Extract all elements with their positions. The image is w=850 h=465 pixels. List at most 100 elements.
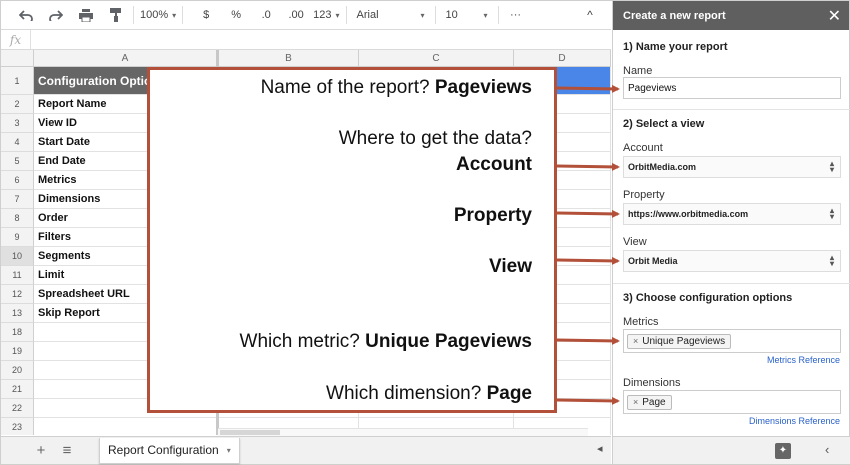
sheet-tab-report-configuration[interactable]: Report Configuration ▾: [99, 437, 240, 464]
formula-bar: fx: [1, 30, 611, 50]
toolbar-divider: [497, 6, 499, 24]
select-all-corner[interactable]: [1, 50, 34, 67]
paint-format-icon[interactable]: [105, 1, 127, 29]
chevron-down-icon[interactable]: ▾: [227, 446, 231, 455]
annotation-callout: Name of the report? Pageviews Where to g…: [147, 67, 557, 413]
row-header[interactable]: 7: [1, 190, 34, 209]
undo-icon[interactable]: [15, 1, 37, 29]
account-label: Account: [623, 142, 663, 154]
callout-line-dimension: Which dimension? Page: [326, 383, 532, 404]
scroll-sheets-left-icon[interactable]: ◂: [597, 442, 603, 455]
table-cell[interactable]: [34, 418, 217, 435]
add-sheet-button[interactable]: +: [29, 442, 53, 459]
callout-line-data-source: Where to get the data?: [338, 128, 532, 149]
section-name-report: 1) Name your report: [623, 41, 728, 53]
view-label: View: [623, 236, 647, 248]
panel-title: Create a new report: [623, 9, 726, 22]
all-sheets-button[interactable]: ≡: [55, 442, 79, 459]
explore-icon[interactable]: ✦: [775, 443, 791, 459]
currency-format-button[interactable]: $: [195, 1, 217, 29]
scrollbar-thumb[interactable]: [220, 430, 280, 435]
collapse-toolbar-button[interactable]: ^: [579, 1, 601, 29]
increase-decimals-button[interactable]: .00: [285, 1, 307, 29]
dimensions-reference-link[interactable]: Dimensions Reference: [749, 416, 840, 426]
print-icon[interactable]: [75, 1, 97, 29]
row-header[interactable]: 2: [1, 95, 34, 114]
callout-line-metric: Which metric? Unique Pageviews: [239, 331, 532, 352]
row-header[interactable]: 23: [1, 418, 34, 435]
section-select-view: 2) Select a view: [623, 118, 705, 130]
dimensions-input[interactable]: × Page: [623, 390, 841, 414]
redo-icon[interactable]: [45, 1, 67, 29]
row-header[interactable]: 10: [1, 247, 34, 266]
row-header[interactable]: 3: [1, 114, 34, 133]
select-arrows-icon: ▴ ▾: [829, 206, 834, 221]
row-header[interactable]: 5: [1, 152, 34, 171]
sheet-bar: + ≡ Report Configuration ▾: [1, 436, 611, 464]
callout-line-view: View: [489, 256, 532, 277]
metric-chip: × Unique Pageviews: [627, 333, 732, 349]
column-header[interactable]: A: [34, 50, 217, 67]
toolbar: 100% ▾ $ % .0 .00 123 ▾ Arial ▾ 10 ▾ ···…: [1, 1, 611, 30]
more-formats-select[interactable]: 123 ▾: [313, 1, 339, 29]
column-header[interactable]: D: [514, 50, 611, 67]
toolbar-divider: [434, 6, 436, 24]
row-header[interactable]: 19: [1, 342, 34, 361]
name-label: Name: [623, 65, 653, 77]
account-select[interactable]: OrbitMedia.com ▴ ▾: [623, 156, 841, 178]
chevron-down-icon: ▾: [335, 10, 340, 20]
select-arrows-icon: ▴ ▾: [829, 159, 834, 174]
chevron-down-icon: ▾: [483, 10, 488, 20]
metrics-reference-link[interactable]: Metrics Reference: [767, 355, 840, 365]
row-header[interactable]: 8: [1, 209, 34, 228]
metrics-label: Metrics: [623, 316, 659, 328]
row-header[interactable]: 12: [1, 285, 34, 304]
remove-chip-icon[interactable]: ×: [633, 397, 638, 407]
section-configuration-options: 3) Choose configuration options: [623, 292, 793, 304]
row-header[interactable]: 9: [1, 228, 34, 247]
row-header[interactable]: 13: [1, 304, 34, 323]
percent-format-button[interactable]: %: [225, 1, 247, 29]
panel-footer: ◂ ✦ ‹: [597, 436, 850, 464]
chevron-left-icon[interactable]: ‹: [825, 442, 829, 457]
panel-header: Create a new report ✕: [613, 1, 849, 30]
font-select[interactable]: Arial ▾: [353, 1, 429, 29]
dimension-chip: × Page: [627, 394, 672, 410]
zoom-select[interactable]: 100% ▾: [140, 1, 176, 29]
row-header[interactable]: 22: [1, 399, 34, 418]
row-header[interactable]: 18: [1, 323, 34, 342]
property-label: Property: [623, 189, 665, 201]
dimensions-label: Dimensions: [623, 377, 681, 389]
view-select[interactable]: Orbit Media ▴ ▾: [623, 250, 841, 272]
row-header[interactable]: 20: [1, 361, 34, 380]
font-size-select[interactable]: 10 ▾: [442, 1, 492, 29]
toolbar-divider: [345, 6, 347, 24]
column-header[interactable]: C: [359, 50, 514, 67]
row-header[interactable]: 21: [1, 380, 34, 399]
metrics-input[interactable]: × Unique Pageviews: [623, 329, 841, 353]
row-header[interactable]: 11: [1, 266, 34, 285]
property-select[interactable]: https://www.orbitmedia.com ▴ ▾: [623, 203, 841, 225]
callout-line-report-name: Name of the report? Pageviews: [260, 77, 532, 98]
row-header[interactable]: 1: [1, 67, 34, 95]
divider: [613, 109, 850, 110]
sheet-tab-label: Report Configuration: [108, 443, 219, 457]
remove-chip-icon[interactable]: ×: [633, 336, 638, 346]
formula-input[interactable]: [31, 30, 611, 49]
decrease-decimals-button[interactable]: .0: [255, 1, 277, 29]
chevron-down-icon: ▾: [420, 10, 425, 20]
row-header[interactable]: 4: [1, 133, 34, 152]
horizontal-scrollbar[interactable]: [218, 428, 588, 436]
column-header[interactable]: B: [219, 50, 359, 67]
divider: [613, 283, 850, 284]
fx-icon: fx: [1, 30, 31, 49]
create-report-panel: Create a new report ✕ 1) Name your repor…: [597, 1, 850, 464]
toolbar-divider: [182, 6, 184, 24]
report-name-input[interactable]: Pageviews: [623, 77, 841, 99]
zoom-value: 100%: [140, 9, 169, 21]
close-icon[interactable]: ✕: [828, 6, 841, 26]
chevron-down-icon: ▾: [172, 10, 177, 20]
more-options-button[interactable]: ···: [505, 1, 527, 29]
callout-line-property: Property: [453, 205, 532, 226]
row-header[interactable]: 6: [1, 171, 34, 190]
